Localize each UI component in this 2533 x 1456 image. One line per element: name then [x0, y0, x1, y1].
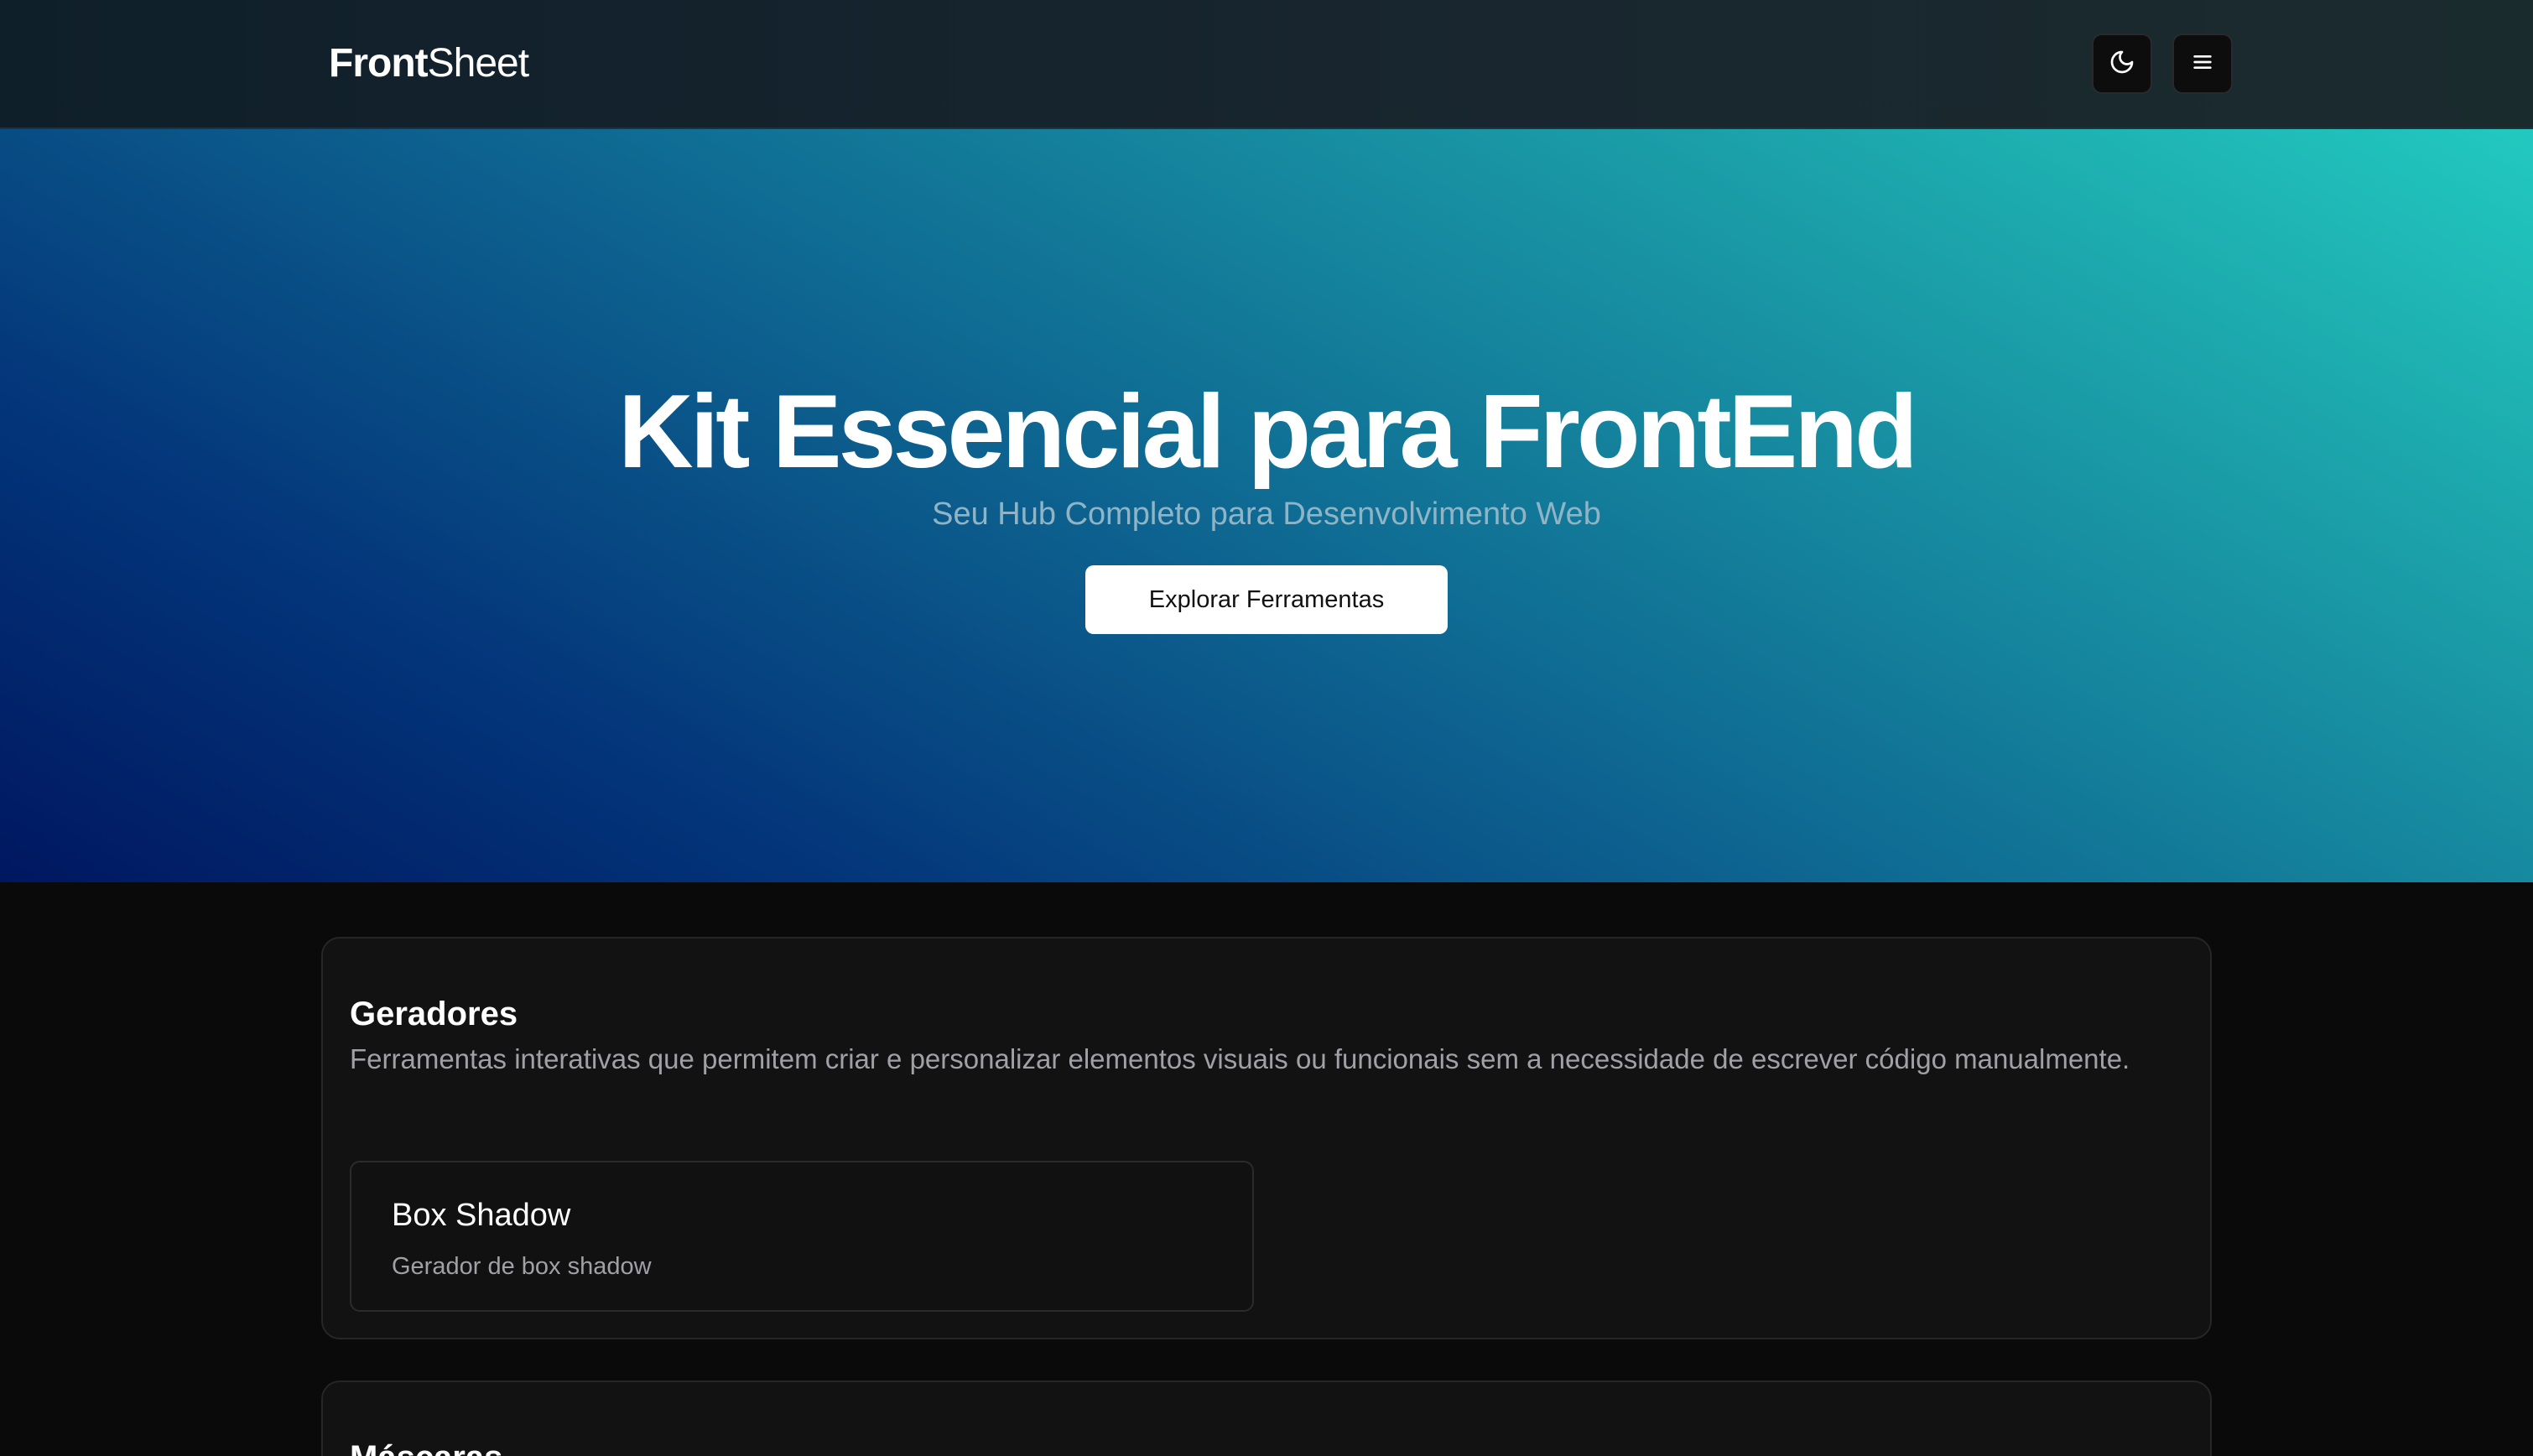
section-description: Ferramentas interativas que permitem cri…: [350, 1043, 2130, 1074]
section-title: Máscaras: [350, 1439, 502, 1456]
section-title: Geradores: [350, 996, 518, 1032]
theme-toggle-button[interactable]: [2092, 34, 2152, 94]
section-geradores: Geradores Ferramentas interativas que pe…: [321, 937, 2212, 1339]
menu-button[interactable]: [2172, 34, 2233, 94]
top-navbar: FrontSheet: [0, 0, 2533, 129]
section-mascaras: Máscaras: [321, 1381, 2212, 1456]
hero-title: Kit Essencial para FrontEnd: [618, 374, 1918, 490]
brand-bold-text: Front: [329, 41, 429, 86]
explore-tools-button[interactable]: Explorar Ferramentas: [1085, 565, 1448, 634]
brand-light-text: Sheet: [427, 41, 529, 86]
hero-subtitle: Seu Hub Completo para Desenvolvimento We…: [932, 497, 1601, 532]
tool-card-description: Gerador de box shadow: [392, 1253, 652, 1280]
tool-card-title: Box Shadow: [392, 1198, 571, 1233]
moon-icon: [2109, 49, 2135, 80]
page: FrontSheet Kit Essencial para FrontEnd S…: [0, 0, 2533, 1456]
tool-card-box-shadow[interactable]: Box Shadow Gerador de box shadow: [350, 1161, 1254, 1312]
hero-banner: Kit Essencial para FrontEnd Seu Hub Comp…: [0, 129, 2533, 882]
brand-logo[interactable]: FrontSheet: [329, 40, 529, 86]
hamburger-menu-icon: [2189, 49, 2216, 80]
